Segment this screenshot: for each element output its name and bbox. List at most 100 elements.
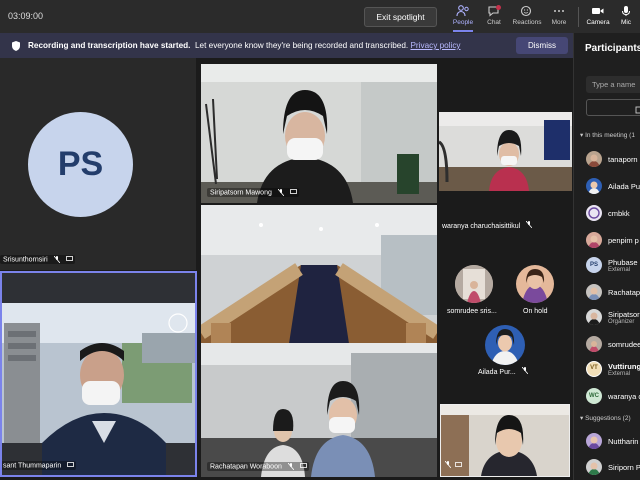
participant-name: Siripatsorn Mawong: [210, 189, 272, 196]
mic-button[interactable]: Mic: [614, 5, 638, 31]
video-tile-right-top[interactable]: [439, 112, 572, 191]
participant-row[interactable]: PS Phubase External: [586, 255, 640, 275]
participant-row[interactable]: VT Vuttirung External: [586, 359, 640, 379]
participant-row[interactable]: Siripatsor Organizer: [586, 307, 640, 327]
participant-row[interactable]: tanaporn: [586, 149, 640, 169]
participant-row[interactable]: somrudee: [586, 334, 640, 354]
participant-name: waranya c: [608, 392, 640, 401]
video-tile-ps[interactable]: PS Srisunthornsiri: [0, 58, 196, 270]
more-icon: [544, 5, 574, 18]
on-hold-avatar-image: [516, 265, 554, 303]
people-label: People: [452, 19, 474, 26]
participant-row[interactable]: penpim p: [586, 230, 640, 250]
participant-name: Nuttharin: [608, 437, 639, 446]
chevron-down-icon: ▾: [580, 132, 584, 139]
participants-title: Participants: [585, 43, 640, 54]
participant-row[interactable]: cmbkk: [586, 203, 640, 223]
participant-name: waranya charuchaisittikul: [442, 223, 521, 230]
participant-name: Ailada Pu: [608, 182, 640, 191]
avatar: [586, 284, 602, 300]
chat-badge: [496, 5, 501, 10]
waranya-name: waranya charuchaisittikul: [442, 220, 533, 230]
reactions-button[interactable]: Reactions: [510, 5, 544, 31]
screen-icon: [289, 188, 297, 196]
mic-off-icon: [525, 220, 533, 230]
participant-search-input[interactable]: Type a name: [586, 76, 640, 93]
avatar: [586, 232, 602, 248]
participant-row[interactable]: Rachatap: [586, 282, 640, 302]
active-tab-indicator: [453, 30, 473, 32]
avatar: [586, 336, 602, 352]
screen-icon: [65, 255, 73, 263]
chat-label: Chat: [487, 19, 501, 26]
mic-label: Mic: [620, 19, 632, 26]
mic-off-icon: [521, 366, 529, 376]
avatar-ailada[interactable]: [485, 325, 525, 365]
top-bar: 03:09:00 Exit spotlight People Chat Reac…: [0, 0, 640, 33]
participant-name: Rachatapan Woraboon: [210, 463, 282, 470]
screen-icon: [67, 461, 75, 469]
shield-icon: [10, 39, 22, 51]
banner-message: Let everyone know they're being recorded…: [194, 41, 409, 50]
video-tile-siripatsorn[interactable]: Siripatsorn Mawong: [201, 64, 437, 203]
participant-row[interactable]: WC waranya c: [586, 386, 640, 406]
participant-name: Siriporn P: [608, 463, 640, 472]
suggested-row[interactable]: Siriporn P: [586, 457, 640, 477]
participant-row[interactable]: Ailada Pu: [586, 176, 640, 196]
people-button[interactable]: People: [448, 5, 478, 31]
siripatsorn-video-frame: [201, 64, 437, 203]
somrudee-label: somrudee sris...: [447, 308, 497, 315]
more-label: More: [551, 19, 567, 26]
right-top-video-frame: [439, 112, 572, 191]
participant-name: Srisunthornsiri: [3, 256, 48, 263]
participant-name: tanaporn: [608, 155, 638, 164]
video-tile-rachatapan[interactable]: Rachatapan Woraboon: [201, 343, 437, 477]
dismiss-button[interactable]: Dismiss: [516, 37, 568, 54]
suggestions-header[interactable]: ▾ Suggestions (2): [580, 414, 631, 422]
recording-banner: Recording and transcription have started…: [0, 33, 573, 58]
in-meeting-label: In this meeting (1: [585, 132, 635, 139]
participant-name: Vuttirung: [608, 362, 640, 371]
camera-button[interactable]: Camera: [583, 5, 613, 31]
mic-off-icon: [53, 255, 61, 263]
participant-name: somrudee: [608, 340, 640, 349]
avatar: VT: [586, 361, 602, 377]
avatar: [586, 459, 602, 475]
participant-name: Phubase: [608, 258, 638, 267]
exit-spotlight-button[interactable]: Exit spotlight: [364, 7, 437, 27]
rachatapan-video-frame: [201, 343, 437, 477]
privacy-policy-link[interactable]: Privacy policy: [410, 41, 460, 50]
banner-text: Recording and transcription have started…: [28, 41, 461, 50]
chat-button[interactable]: Chat: [479, 5, 509, 31]
self-preview-tile[interactable]: [440, 404, 570, 477]
tile-name-siripatsorn: Siripatsorn Mawong: [207, 187, 299, 197]
mic-icon: [614, 5, 638, 18]
participant-name: sant Thummaparin: [3, 462, 62, 469]
spotlight-video-tile[interactable]: sant Thummaparin: [0, 271, 197, 477]
avatar: [586, 178, 602, 194]
participant-name: Rachatap: [608, 288, 640, 297]
mic-off-icon: [444, 455, 452, 472]
mic-off-icon: [277, 188, 285, 196]
avatar: [586, 433, 602, 449]
reactions-icon: [510, 5, 544, 18]
avatar-ps: PS: [28, 112, 133, 217]
in-meeting-header[interactable]: ▾ In this meeting (1: [580, 131, 635, 139]
chat-icon: [479, 5, 509, 18]
avatar: PS: [586, 257, 602, 273]
avatar-somrudee[interactable]: [455, 265, 493, 303]
reactions-label: Reactions: [512, 19, 542, 26]
suggested-row[interactable]: Nuttharin: [586, 431, 640, 451]
tile-name-rachatapan: Rachatapan Woraboon: [207, 461, 309, 471]
more-button[interactable]: More: [544, 5, 574, 31]
participant-name: Siripatsor: [608, 310, 640, 319]
participant-role: Organizer: [608, 319, 635, 325]
toolbar-divider: [578, 7, 579, 27]
avatar: [586, 309, 602, 325]
participant-role: External: [608, 267, 631, 273]
avatar-on-hold[interactable]: [516, 265, 554, 303]
tile-name-spotlight: sant Thummaparin: [2, 460, 77, 470]
suggestions-label: Suggestions (2): [585, 415, 631, 422]
share-invite-button[interactable]: [586, 99, 640, 116]
tile-name-ps: Srisunthornsiri: [0, 254, 75, 264]
